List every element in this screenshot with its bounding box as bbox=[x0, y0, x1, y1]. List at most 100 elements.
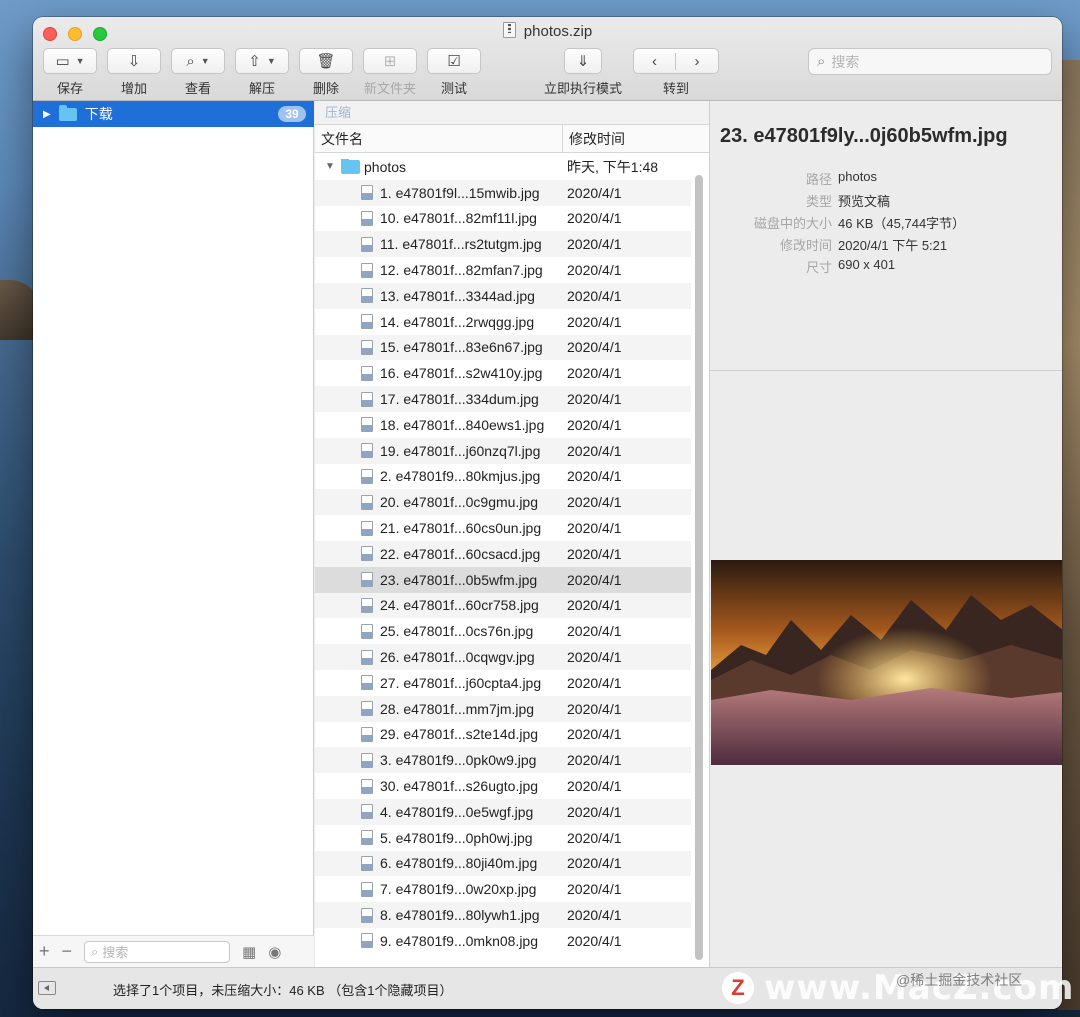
image-file-icon bbox=[361, 804, 373, 820]
plus-icon[interactable]: + bbox=[39, 941, 50, 962]
file-modified: 2020/4/1 bbox=[567, 571, 622, 588]
file-row[interactable]: 8. e47801f9...80lywh1.jpg 2020/4/1 bbox=[315, 902, 691, 928]
save-button[interactable]: ▭ ▼ 保存 bbox=[43, 48, 97, 97]
image-file-icon bbox=[361, 649, 373, 665]
image-file-icon bbox=[361, 830, 373, 846]
extract-button[interactable]: ⇧ ▼ 解压 bbox=[235, 48, 289, 97]
file-row[interactable]: 30. e47801f...s26ugto.jpg 2020/4/1 bbox=[315, 773, 691, 799]
disclosure-triangle-icon[interactable]: ▶ bbox=[43, 109, 51, 120]
save-icon: ▭ bbox=[55, 53, 70, 70]
file-name: 8. e47801f9...80lywh1.jpg bbox=[380, 907, 540, 923]
image-file-icon bbox=[361, 726, 373, 742]
file-row[interactable]: 29. e47801f...s2te14d.jpg 2020/4/1 bbox=[315, 722, 691, 748]
delete-button[interactable]: 🗑 删除 bbox=[299, 48, 353, 97]
eye-icon[interactable]: ◉ bbox=[268, 943, 281, 961]
file-row[interactable]: 26. e47801f...0cqwgv.jpg 2020/4/1 bbox=[315, 644, 691, 670]
file-row[interactable]: 18. e47801f...840ews1.jpg 2020/4/1 bbox=[315, 412, 691, 438]
toolbar: photos.zip ▭ ▼ 保存 ⇩ 增加 ⌕ ▼ 查看 ⇧ ▼ 解压 🗑 删除 ⊞… bbox=[33, 17, 1062, 101]
file-modified: 2020/4/1 bbox=[567, 803, 622, 820]
file-name-cell: 29. e47801f...s2te14d.jpg bbox=[315, 726, 563, 742]
chevron-down-icon: ▼ bbox=[75, 56, 85, 66]
back-arrow-icon[interactable]: ‹ bbox=[634, 52, 677, 70]
file-row[interactable]: 28. e47801f...mm7jm.jpg 2020/4/1 bbox=[315, 695, 691, 722]
disclosure-triangle-icon[interactable]: ▼ bbox=[325, 161, 335, 172]
image-file-icon bbox=[361, 881, 373, 897]
file-row[interactable]: 6. e47801f9...80ji40m.jpg 2020/4/1 bbox=[315, 850, 691, 877]
file-row[interactable]: 2. e47801f9...80kmjus.jpg 2020/4/1 bbox=[315, 464, 691, 490]
file-row[interactable]: 16. e47801f...s2w410y.jpg 2020/4/1 bbox=[315, 360, 691, 386]
column-name-header[interactable]: 文件名 bbox=[315, 125, 563, 152]
file-modified: 2020/4/1 bbox=[567, 855, 622, 872]
minus-icon[interactable]: − bbox=[62, 941, 73, 962]
goto-control: ‹ › 转到 bbox=[633, 48, 719, 97]
trash-icon: 🗑 bbox=[316, 53, 336, 70]
column-modified-header[interactable]: 修改时间 bbox=[563, 125, 625, 152]
file-rows: ▼ photos 昨天, 下午1:48 1. e47801f9l...15mwib… bbox=[315, 154, 691, 954]
file-row[interactable]: 22. e47801f...60csacd.jpg 2020/4/1 bbox=[315, 540, 691, 567]
file-name-cell: 18. e47801f...840ews1.jpg bbox=[315, 417, 563, 433]
sidebar-toggle-icon[interactable] bbox=[38, 981, 56, 995]
file-modified: 2020/4/1 bbox=[567, 674, 622, 691]
file-modified: 2020/4/1 bbox=[567, 752, 622, 769]
file-modified: 2020/4/1 bbox=[567, 597, 622, 614]
sidebar-search[interactable]: ⌕ 搜索 bbox=[84, 940, 231, 963]
view-button[interactable]: ⌕ ▼ 查看 bbox=[171, 48, 225, 97]
file-modified: 2020/4/1 bbox=[567, 494, 622, 511]
file-row[interactable]: 7. e47801f9...0w20xp.jpg 2020/4/1 bbox=[315, 876, 691, 902]
forward-arrow-icon[interactable]: › bbox=[676, 53, 718, 70]
image-file-icon bbox=[361, 443, 373, 459]
file-row[interactable]: 12. e47801f...82mfan7.jpg 2020/4/1 bbox=[315, 257, 691, 283]
file-row[interactable]: 24. e47801f...60cr758.jpg 2020/4/1 bbox=[315, 592, 691, 619]
file-name: 16. e47801f...s2w410y.jpg bbox=[380, 365, 543, 382]
file-row[interactable]: 5. e47801f9...0ph0wj.jpg 2020/4/1 bbox=[315, 825, 691, 851]
file-row[interactable]: 10. e47801f...82mf11l.jpg 2020/4/1 bbox=[315, 206, 691, 232]
file-name-cell: 12. e47801f...82mfan7.jpg bbox=[315, 262, 563, 278]
file-row[interactable]: 19. e47801f...j60nzq7l.jpg 2020/4/1 bbox=[315, 437, 691, 464]
image-file-icon bbox=[361, 314, 373, 330]
toolbar-search[interactable]: ⌕ bbox=[808, 48, 1052, 75]
file-row[interactable]: 3. e47801f9...0pk0w9.jpg 2020/4/1 bbox=[315, 747, 691, 774]
archive-window: photos.zip ▭ ▼ 保存 ⇩ 增加 ⌕ ▼ 查看 ⇧ ▼ 解压 🗑 删除 ⊞… bbox=[33, 17, 1062, 1009]
file-modified: 2020/4/1 bbox=[567, 262, 622, 279]
file-row[interactable]: 1. e47801f9l...15mwib.jpg 2020/4/1 bbox=[315, 179, 691, 206]
file-row[interactable]: 27. e47801f...j60cpta4.jpg 2020/4/1 bbox=[315, 670, 691, 696]
file-name-cell: 11. e47801f...rs2tutgm.jpg bbox=[315, 236, 563, 252]
checkbox-icon: ☑ bbox=[447, 53, 461, 70]
file-modified: 2020/4/1 bbox=[567, 468, 622, 485]
vertical-scrollbar[interactable] bbox=[695, 175, 703, 960]
search-input[interactable] bbox=[831, 53, 1032, 70]
file-row[interactable]: 4. e47801f9...0e5wgf.jpg 2020/4/1 bbox=[315, 798, 691, 825]
image-file-icon bbox=[361, 546, 373, 562]
file-row[interactable]: 15. e47801f...83e6n67.jpg 2020/4/1 bbox=[315, 334, 691, 361]
folder-row-photos[interactable]: ▼ photos 昨天, 下午1:48 bbox=[315, 154, 691, 180]
image-file-icon bbox=[361, 236, 373, 252]
file-name: 19. e47801f...j60nzq7l.jpg bbox=[380, 442, 541, 459]
file-row[interactable]: 21. e47801f...60cs0un.jpg 2020/4/1 bbox=[315, 515, 691, 541]
breadcrumb[interactable]: 压缩 bbox=[315, 101, 709, 125]
file-name-cell: 4. e47801f9...0e5wgf.jpg bbox=[315, 804, 563, 820]
file-row[interactable]: 9. e47801f9...0mkn08.jpg 2020/4/1 bbox=[315, 928, 691, 954]
file-modified: 2020/4/1 bbox=[567, 442, 622, 459]
file-row[interactable]: 25. e47801f...0cs76n.jpg 2020/4/1 bbox=[315, 618, 691, 644]
folder-icon bbox=[341, 158, 360, 174]
file-row[interactable]: 11. e47801f...rs2tutgm.jpg 2020/4/1 bbox=[315, 231, 691, 258]
file-name: 5. e47801f9...0ph0wj.jpg bbox=[380, 829, 533, 846]
file-row[interactable]: 13. e47801f...3344ad.jpg 2020/4/1 bbox=[315, 282, 691, 309]
new-folder-button[interactable]: ⊞ 新文件夹 bbox=[363, 48, 417, 97]
file-row[interactable]: 20. e47801f...0c9gmu.jpg 2020/4/1 bbox=[315, 489, 691, 516]
image-file-icon bbox=[361, 623, 373, 639]
file-name-cell: 17. e47801f...334dum.jpg bbox=[315, 391, 563, 407]
file-list: 压缩 文件名 修改时间 ▼ photos 昨天, 下午1:48 1. e47801… bbox=[315, 101, 709, 967]
test-button[interactable]: ☑ 测试 bbox=[427, 48, 481, 97]
file-name-cell: 26. e47801f...0cqwgv.jpg bbox=[315, 649, 563, 665]
file-name: 18. e47801f...840ews1.jpg bbox=[380, 416, 545, 433]
file-row[interactable]: 14. e47801f...2rwqgg.jpg 2020/4/1 bbox=[315, 309, 691, 335]
sidebar-item-downloads[interactable]: ▶ 下载 39 bbox=[33, 101, 314, 127]
file-name: 30. e47801f...s26ugto.jpg bbox=[380, 778, 539, 795]
file-row[interactable]: 17. e47801f...334dum.jpg 2020/4/1 bbox=[315, 386, 691, 412]
add-button[interactable]: ⇩ 增加 bbox=[107, 48, 161, 97]
file-row[interactable]: 23. e47801f...0b5wfm.jpg 2020/4/1 bbox=[315, 566, 691, 593]
filter-icon[interactable]: ▦ bbox=[242, 943, 256, 961]
file-name: 25. e47801f...0cs76n.jpg bbox=[380, 623, 534, 640]
instant-mode-button[interactable]: ⇓ 立即执行模式 bbox=[541, 48, 625, 97]
